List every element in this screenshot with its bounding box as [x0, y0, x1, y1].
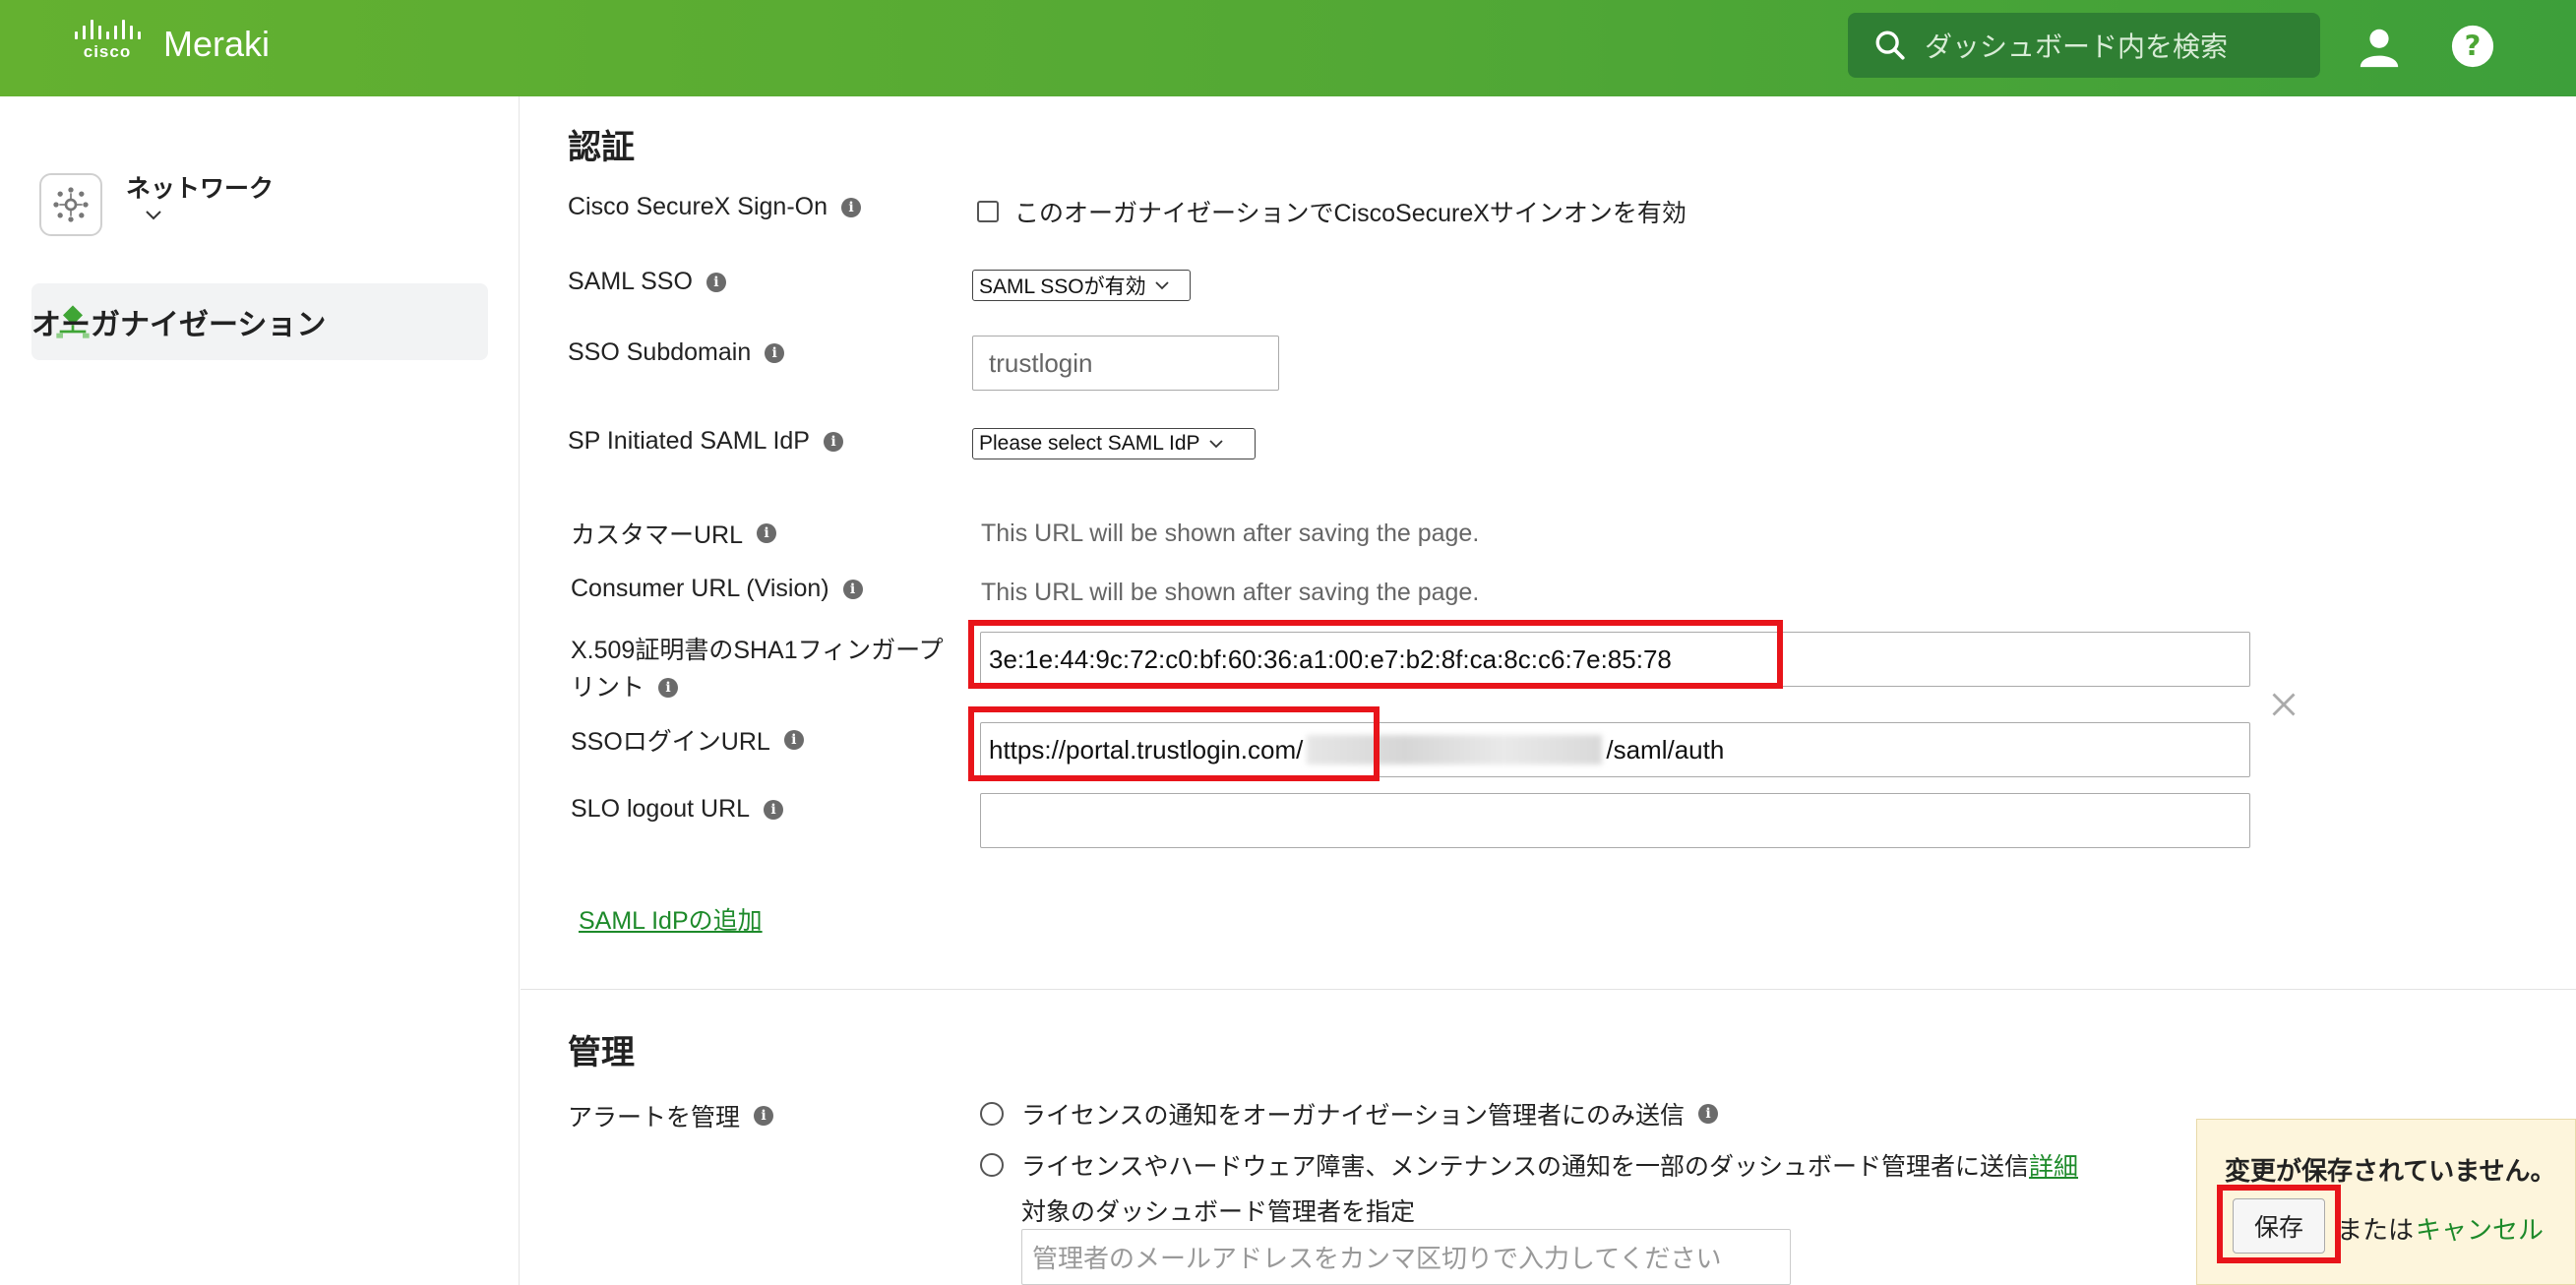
search-placeholder: ダッシュボード内を検索: [1925, 31, 2229, 62]
sso-login-url-label: SSOログインURL i: [571, 722, 804, 758]
help-icon[interactable]: ?: [2450, 24, 2495, 69]
info-icon[interactable]: i: [783, 730, 804, 750]
user-account-icon[interactable]: [2357, 24, 2402, 69]
saml-sso-label-text: SAML SSO: [568, 268, 693, 295]
info-icon[interactable]: i: [705, 272, 726, 292]
info-icon[interactable]: i: [1698, 1104, 1719, 1124]
sp-initiated-selected: Please select SAML IdP: [979, 432, 1200, 455]
x509-label-line1: X.509証明書のSHA1フィンガープ: [571, 637, 944, 664]
securex-option: このオーガナイゼーションでCiscoSecureXサインオンを有効: [977, 194, 1687, 229]
details-link[interactable]: 詳細: [2029, 1147, 2078, 1183]
chevron-down-icon[interactable]: [144, 209, 163, 222]
info-icon[interactable]: i: [757, 523, 777, 543]
close-icon[interactable]: [2270, 691, 2298, 718]
alert-option-1: ライセンスの通知をオーガナイゼーション管理者にのみ送信 i: [980, 1096, 1719, 1132]
securex-checkbox[interactable]: [977, 201, 999, 222]
cisco-logo: cisco: [69, 20, 146, 62]
main-content: 認証 Cisco SecureX Sign-On i このオーガナイゼーションでC…: [521, 96, 2576, 1285]
saml-sso-label: SAML SSO i: [568, 268, 726, 296]
info-icon[interactable]: i: [764, 799, 784, 820]
info-icon[interactable]: i: [841, 197, 862, 217]
securex-label-text: Cisco SecureX Sign-On: [568, 193, 828, 220]
info-icon[interactable]: i: [754, 1106, 774, 1126]
info-icon[interactable]: i: [842, 579, 863, 599]
securex-checkbox-text: このオーガナイゼーションでCiscoSecureXサインオンを有効: [1014, 200, 1687, 227]
cisco-wordmark: cisco: [83, 42, 132, 61]
alert-radio-2-label: ライセンスやハードウェア障害、メンテナンスの通知を一部のダッシュボード管理者に送…: [1021, 1153, 2030, 1181]
sso-subdomain-label-text: SSO Subdomain: [568, 338, 752, 366]
admin-email-placeholder: 管理者のメールアドレスをカンマ区切りで入力してください: [1032, 1244, 1722, 1273]
svg-text:?: ?: [2465, 30, 2482, 63]
saml-sso-select[interactable]: SAML SSOが有効: [972, 270, 1191, 301]
consumer-url-label: Consumer URL (Vision) i: [571, 575, 863, 603]
unsaved-message: 変更が保存されていません。: [2225, 1156, 2556, 1186]
customer-url-value: This URL will be shown after saving the …: [981, 520, 1480, 547]
auth-section-title: 認証: [568, 129, 635, 166]
slo-logout-url-label: SLO logout URL i: [571, 795, 784, 824]
alert-radio-1[interactable]: [980, 1102, 1004, 1126]
sso-login-url-label-text: SSOログインURL: [571, 728, 770, 756]
chevron-down-icon: [1154, 281, 1169, 290]
top-bar: cisco Meraki ダッシュボード内を検索 ?: [0, 0, 2576, 96]
sso-subdomain-label: SSO Subdomain i: [568, 338, 785, 367]
or-text: または: [2337, 1215, 2415, 1245]
alert-management-label-text: アラートを管理: [568, 1104, 741, 1132]
meraki-wordmark: Meraki: [163, 24, 271, 64]
x509-label: X.509証明書のSHA1フィンガープ リント i: [571, 632, 944, 706]
sidebar: ネットワーク オーガナイゼーション: [0, 96, 520, 1285]
saml-sso-selected: SAML SSOが有効: [979, 275, 1146, 298]
sp-initiated-label-text: SP Initiated SAML IdP: [568, 427, 810, 455]
network-icon[interactable]: [39, 173, 102, 236]
dashboard-search-input[interactable]: ダッシュボード内を検索: [1848, 13, 2320, 78]
highlight-box: [968, 706, 1380, 781]
consumer-url-value: This URL will be shown after saving the …: [981, 579, 1480, 606]
section-divider: [521, 989, 2576, 990]
management-section-title: 管理: [568, 1034, 635, 1071]
cisco-meraki-logo[interactable]: cisco Meraki: [69, 20, 270, 62]
sso-subdomain-value: trustlogin: [989, 347, 1093, 378]
add-saml-idp-link[interactable]: SAML IdPの追加: [579, 901, 763, 937]
info-icon[interactable]: i: [823, 431, 843, 452]
chevron-down-icon: [1208, 440, 1223, 449]
network-selector-label[interactable]: ネットワーク: [126, 169, 274, 205]
sidebar-item-organization[interactable]: オーガナイゼーション: [31, 283, 488, 360]
alert-radio-2[interactable]: [980, 1153, 1004, 1177]
highlight-box: [2217, 1185, 2341, 1263]
cancel-link[interactable]: キャンセル: [2416, 1210, 2544, 1247]
admin-email-input[interactable]: 管理者のメールアドレスをカンマ区切りで入力してください: [1021, 1229, 1791, 1285]
sp-initiated-select[interactable]: Please select SAML IdP: [972, 428, 1256, 459]
customer-url-label-text: カスタマーURL: [571, 521, 744, 549]
highlight-box: [968, 620, 1783, 689]
sso-login-url-suffix: /saml/auth: [1606, 734, 1725, 765]
consumer-url-label-text: Consumer URL (Vision): [571, 575, 829, 602]
target-admins-label: 対象のダッシュボード管理者を指定: [1021, 1198, 1416, 1226]
slo-logout-url-label-text: SLO logout URL: [571, 795, 751, 823]
alert-option-2: ライセンスやハードウェア障害、メンテナンスの通知を一部のダッシュボード管理者に送…: [980, 1147, 2078, 1183]
slo-logout-url-input[interactable]: [980, 793, 2250, 848]
info-icon[interactable]: i: [765, 342, 785, 363]
sso-subdomain-input[interactable]: trustlogin: [972, 336, 1279, 391]
alert-radio-1-label: ライセンスの通知をオーガナイゼーション管理者にのみ送信: [1021, 1102, 1686, 1130]
sidebar-item-label: オーガナイゼーション: [31, 309, 327, 341]
customer-url-label: カスタマーURL i: [571, 516, 777, 551]
unsaved-changes-banner: 変更が保存されていません。 保存 または キャンセル: [2196, 1119, 2576, 1285]
x509-label-line2: リント: [571, 674, 645, 702]
info-icon[interactable]: i: [658, 678, 679, 698]
search-icon: [1875, 31, 1905, 60]
alert-management-label: アラートを管理 i: [568, 1098, 774, 1133]
sp-initiated-label: SP Initiated SAML IdP i: [568, 427, 843, 456]
securex-label: Cisco SecureX Sign-On i: [568, 193, 862, 221]
